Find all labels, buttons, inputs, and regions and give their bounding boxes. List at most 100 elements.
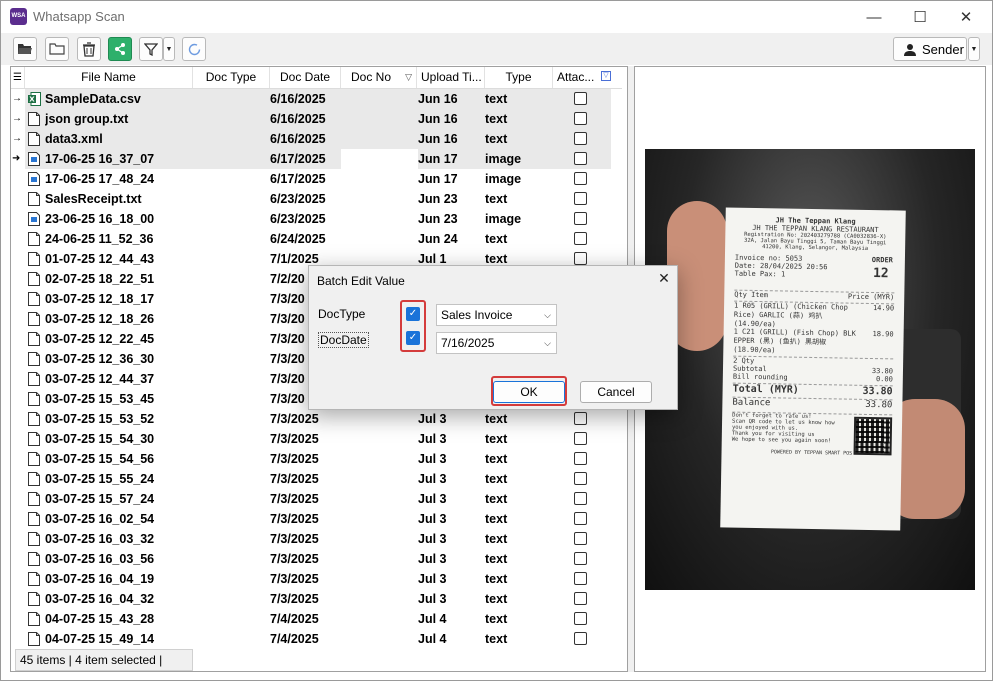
table-row[interactable]: 17-06-25 17_48_24 6/17/2025 Jun 17 image	[11, 169, 611, 189]
type-cell[interactable]: image	[485, 169, 553, 189]
doc-date-cell[interactable]: 7/3/2025	[270, 549, 341, 569]
table-row[interactable]: 03-07-25 16_03_32 7/3/2025 Jul 3 text	[11, 529, 611, 549]
doc-type-cell[interactable]	[193, 109, 270, 129]
doc-no-cell[interactable]	[341, 129, 417, 149]
doc-no-cell[interactable]	[341, 469, 417, 489]
column-header-doc-date[interactable]: Doc Date	[270, 67, 341, 88]
table-row[interactable]: SalesReceipt.txt 6/23/2025 Jun 23 text	[11, 189, 611, 209]
upload-time-cell[interactable]: Jul 3	[418, 489, 485, 509]
upload-time-cell[interactable]: Jun 24	[418, 229, 485, 249]
type-cell[interactable]: text	[485, 449, 553, 469]
doc-type-cell[interactable]	[193, 269, 270, 289]
column-chooser-icon[interactable]: ☰	[11, 67, 25, 88]
file-name-cell[interactable]: 02-07-25 18_22_51	[45, 269, 193, 289]
upload-time-cell[interactable]: Jun 23	[418, 189, 485, 209]
file-name-cell[interactable]: 01-07-25 12_44_43	[45, 249, 193, 269]
doc-no-cell[interactable]	[341, 629, 417, 649]
type-cell[interactable]: text	[485, 469, 553, 489]
table-row[interactable]: ➜ 17-06-25 16_37_07 6/17/2025 Jun 17 image	[11, 149, 611, 169]
column-header-attachment[interactable]: Attac... ▽	[553, 67, 613, 88]
table-row[interactable]: → data3.xml 6/16/2025 Jun 16 text	[11, 129, 611, 149]
doc-no-cell[interactable]	[341, 509, 417, 529]
type-cell[interactable]: text	[485, 489, 553, 509]
doc-no-cell[interactable]	[341, 609, 417, 629]
upload-time-cell[interactable]: Jul 3	[418, 469, 485, 489]
cancel-button[interactable]: Cancel	[580, 381, 652, 403]
doc-date-cell[interactable]: 7/3/2025	[270, 509, 341, 529]
table-row[interactable]: 03-07-25 15_55_24 7/3/2025 Jul 3 text	[11, 469, 611, 489]
doctype-select[interactable]: Sales Invoice ⌵	[436, 304, 557, 326]
doc-type-cell[interactable]	[193, 169, 270, 189]
upload-time-cell[interactable]: Jul 3	[418, 449, 485, 469]
upload-time-cell[interactable]: Jul 3	[418, 549, 485, 569]
table-row[interactable]: 03-07-25 16_04_32 7/3/2025 Jul 3 text	[11, 589, 611, 609]
type-cell[interactable]: text	[485, 189, 553, 209]
attachment-checkbox[interactable]	[574, 212, 587, 225]
upload-time-cell[interactable]: Jul 3	[418, 509, 485, 529]
file-name-cell[interactable]: 17-06-25 17_48_24	[45, 169, 193, 189]
doc-type-cell[interactable]	[193, 449, 270, 469]
maximize-button[interactable]: ☐	[897, 1, 943, 33]
doc-no-cell[interactable]	[341, 569, 417, 589]
table-row[interactable]: 03-07-25 15_53_52 7/3/2025 Jul 3 text	[11, 409, 611, 429]
table-row[interactable]: 03-07-25 15_57_24 7/3/2025 Jul 3 text	[11, 489, 611, 509]
file-name-cell[interactable]: 23-06-25 16_18_00	[45, 209, 193, 229]
file-name-cell[interactable]: data3.xml	[45, 129, 193, 149]
file-name-cell[interactable]: 03-07-25 12_22_45	[45, 329, 193, 349]
column-header-file-name[interactable]: File Name	[25, 67, 193, 88]
doc-type-cell[interactable]	[193, 509, 270, 529]
table-row[interactable]: 04-07-25 15_43_28 7/4/2025 Jul 4 text	[11, 609, 611, 629]
doc-type-cell[interactable]	[193, 549, 270, 569]
attachment-checkbox[interactable]	[574, 492, 587, 505]
doc-no-cell[interactable]	[341, 89, 417, 109]
upload-time-cell[interactable]: Jul 3	[418, 529, 485, 549]
delete-button[interactable]	[77, 37, 101, 61]
doc-type-cell[interactable]	[193, 249, 270, 269]
browse-folder-button[interactable]	[45, 37, 69, 61]
doc-type-cell[interactable]	[193, 149, 270, 169]
type-cell[interactable]: text	[485, 109, 553, 129]
doc-no-cell[interactable]	[341, 489, 417, 509]
doc-no-cell[interactable]	[341, 549, 417, 569]
type-cell[interactable]: text	[485, 409, 553, 429]
attachment-checkbox[interactable]	[574, 112, 587, 125]
type-cell[interactable]: image	[485, 209, 553, 229]
table-row[interactable]: 24-06-25 11_52_36 6/24/2025 Jun 24 text	[11, 229, 611, 249]
upload-time-cell[interactable]: Jun 16	[418, 89, 485, 109]
sender-button[interactable]: Sender	[893, 37, 967, 61]
attachment-checkbox[interactable]	[574, 472, 587, 485]
attachment-checkbox[interactable]	[574, 592, 587, 605]
file-name-cell[interactable]: 03-07-25 16_04_32	[45, 589, 193, 609]
file-name-cell[interactable]: 03-07-25 16_04_19	[45, 569, 193, 589]
doc-no-cell[interactable]	[341, 409, 417, 429]
file-name-cell[interactable]: SalesReceipt.txt	[45, 189, 193, 209]
column-header-doc-no[interactable]: Doc No ▽	[341, 67, 417, 88]
upload-time-cell[interactable]: Jun 16	[418, 109, 485, 129]
upload-time-cell[interactable]: Jun 17	[418, 149, 485, 169]
doc-date-cell[interactable]: 6/23/2025	[270, 189, 341, 209]
doc-type-cell[interactable]	[193, 229, 270, 249]
file-name-cell[interactable]: 03-07-25 12_18_26	[45, 309, 193, 329]
upload-time-cell[interactable]: Jun 23	[418, 209, 485, 229]
doc-no-cell[interactable]	[341, 209, 417, 229]
file-name-cell[interactable]: 03-07-25 16_02_54	[45, 509, 193, 529]
attachment-checkbox[interactable]	[574, 252, 587, 265]
doc-type-cell[interactable]	[193, 629, 270, 649]
type-cell[interactable]: text	[485, 89, 553, 109]
filter-icon[interactable]: ▽	[405, 67, 412, 88]
close-window-button[interactable]: ✕	[943, 1, 989, 33]
attachment-checkbox[interactable]	[574, 132, 587, 145]
attachment-checkbox[interactable]	[574, 412, 587, 425]
table-row[interactable]: 03-07-25 15_54_30 7/3/2025 Jul 3 text	[11, 429, 611, 449]
doc-no-cell[interactable]	[341, 149, 417, 169]
doc-type-cell[interactable]	[193, 429, 270, 449]
table-row[interactable]: 03-07-25 16_04_19 7/3/2025 Jul 3 text	[11, 569, 611, 589]
file-name-cell[interactable]: 03-07-25 15_53_45	[45, 389, 193, 409]
file-name-cell[interactable]: 03-07-25 16_03_32	[45, 529, 193, 549]
doc-type-cell[interactable]	[193, 569, 270, 589]
file-name-cell[interactable]: 03-07-25 15_53_52	[45, 409, 193, 429]
doc-no-cell[interactable]	[341, 109, 417, 129]
doc-no-cell[interactable]	[341, 229, 417, 249]
file-name-cell[interactable]: 03-07-25 15_54_56	[45, 449, 193, 469]
table-row[interactable]: → json group.txt 6/16/2025 Jun 16 text	[11, 109, 611, 129]
